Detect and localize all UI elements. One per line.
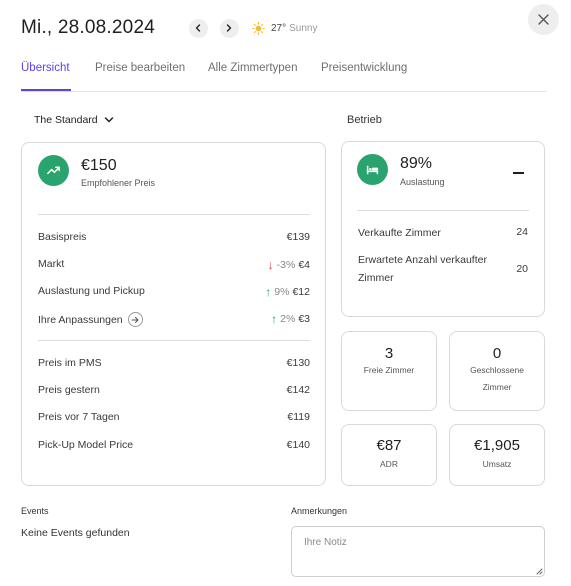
stat-free-rooms: 3 Freie Zimmer <box>341 331 437 411</box>
row-label: Preis im PMS <box>38 357 102 369</box>
row-value: €140 <box>286 439 310 451</box>
row-change: -3% <box>276 259 296 271</box>
arrow-up-icon: ↑ <box>265 285 272 299</box>
operations-label: Betrieb <box>347 114 382 126</box>
sun-icon <box>252 21 265 35</box>
tab-overview[interactable]: Übersicht <box>21 62 70 74</box>
trending-up-icon <box>38 155 69 186</box>
stat-revenue: €1,905 Umsatz <box>449 424 545 486</box>
expected-sold-rooms-value: 20 <box>516 263 528 275</box>
row-pickup-model-price: Pick-Up Model Price €140 <box>38 439 310 453</box>
stat-value: €87 <box>376 437 402 454</box>
row-value: €142 <box>286 384 310 396</box>
row-value: €4 <box>298 259 310 271</box>
row-value: €139 <box>286 231 310 243</box>
chevron-right-icon <box>227 24 232 32</box>
row-pms-price: Preis im PMS €130 <box>38 357 310 371</box>
row-label: Preis gestern <box>38 384 100 396</box>
arrow-up-icon: ↑ <box>271 312 278 326</box>
arrow-right-icon[interactable] <box>127 312 143 327</box>
events-empty-text: Keine Events gefunden <box>21 527 130 539</box>
active-tab-indicator <box>21 89 71 91</box>
occupancy-value: 89% <box>400 155 433 172</box>
arrow-down-icon: ↓ <box>267 258 274 272</box>
room-type-value: The Standard <box>34 114 98 126</box>
chevron-left-icon <box>196 24 201 32</box>
tab-all-room-types[interactable]: Alle Zimmertypen <box>208 62 297 74</box>
notes-input[interactable] <box>291 526 545 577</box>
expected-sold-rooms-label: Erwartete Anzahl verkaufter Zimmer <box>358 254 487 284</box>
room-type-select[interactable]: The Standard <box>34 114 114 126</box>
sold-rooms-label: Verkaufte Zimmer <box>358 227 441 239</box>
row-price-7-days: Preis vor 7 Tagen €119 <box>38 411 310 425</box>
close-button[interactable] <box>528 4 559 35</box>
date-title: Mi., 28.08.2024 <box>21 17 155 38</box>
row-base-price: Basispreis €139 <box>38 231 310 245</box>
sold-rooms-value: 24 <box>516 226 528 238</box>
stat-label: Geschlossene Zimmer <box>470 365 524 392</box>
stat-label: ADR <box>380 459 398 469</box>
divider <box>38 340 310 341</box>
events-title: Events <box>21 506 49 516</box>
stat-label: Umsatz <box>482 459 512 469</box>
stat-value: 0 <box>492 345 502 362</box>
row-change: 2% <box>280 313 296 325</box>
next-day-button[interactable] <box>219 18 239 38</box>
stat-label: Freie Zimmer <box>363 365 415 375</box>
weather-condition: Sunny <box>289 22 318 34</box>
row-label: Auslastung und Pickup <box>38 285 145 297</box>
occupancy-label: Auslastung <box>400 177 445 187</box>
collapse-icon[interactable] <box>513 172 524 174</box>
recommended-price-label: Empfohlener Preis <box>81 178 156 188</box>
close-icon <box>538 14 549 25</box>
tab-bar: Übersicht Preise bearbeiten Alle Zimmert… <box>21 62 546 92</box>
header: Mi., 28.08.2024 27° Sunny <box>21 14 317 42</box>
row-value: €130 <box>286 357 310 369</box>
row-label: Preis vor 7 Tagen <box>38 411 120 423</box>
stat-value: 3 <box>384 345 394 362</box>
weather-temperature: 27° <box>270 22 287 34</box>
recommended-price-value: €150 <box>81 157 117 174</box>
resize-handle-icon[interactable] <box>535 567 543 575</box>
row-your-adjustments: Ihre Anpassungen ↑ 2% €3 <box>38 312 310 327</box>
row-label: Markt <box>38 258 65 270</box>
row-price-yesterday: Preis gestern €142 <box>38 384 310 398</box>
weather: 27° Sunny <box>252 21 318 35</box>
divider <box>357 210 529 211</box>
bed-icon <box>357 154 388 185</box>
row-change: 9% <box>274 286 290 298</box>
row-market: Markt ↓ -3% €4 <box>38 258 310 272</box>
row-label: Ihre Anpassungen <box>38 313 123 326</box>
row-label: Pick-Up Model Price <box>38 439 134 451</box>
tab-price-development[interactable]: Preisentwicklung <box>321 62 407 74</box>
row-label: Basispreis <box>38 231 87 243</box>
chevron-down-icon <box>104 117 113 123</box>
row-value: €12 <box>292 286 310 298</box>
stat-value: €1,905 <box>474 437 520 454</box>
row-value: €3 <box>298 313 310 325</box>
row-value: €119 <box>287 411 310 423</box>
occupancy-card: 89% Auslastung Verkaufte Zimmer 24 Erwar… <box>341 141 545 317</box>
stat-adr: €87 ADR <box>341 424 437 486</box>
divider <box>38 214 310 215</box>
previous-day-button[interactable] <box>188 18 208 38</box>
notes-title: Anmerkungen <box>291 506 348 516</box>
stat-closed-rooms: 0 Geschlossene Zimmer <box>449 331 545 411</box>
tab-edit-prices[interactable]: Preise bearbeiten <box>95 62 185 74</box>
row-occupancy-pickup: Auslastung und Pickup ↑ 9% €12 <box>38 285 310 299</box>
price-card: €150 Empfohlener Preis Basispreis €139 M… <box>21 142 326 486</box>
